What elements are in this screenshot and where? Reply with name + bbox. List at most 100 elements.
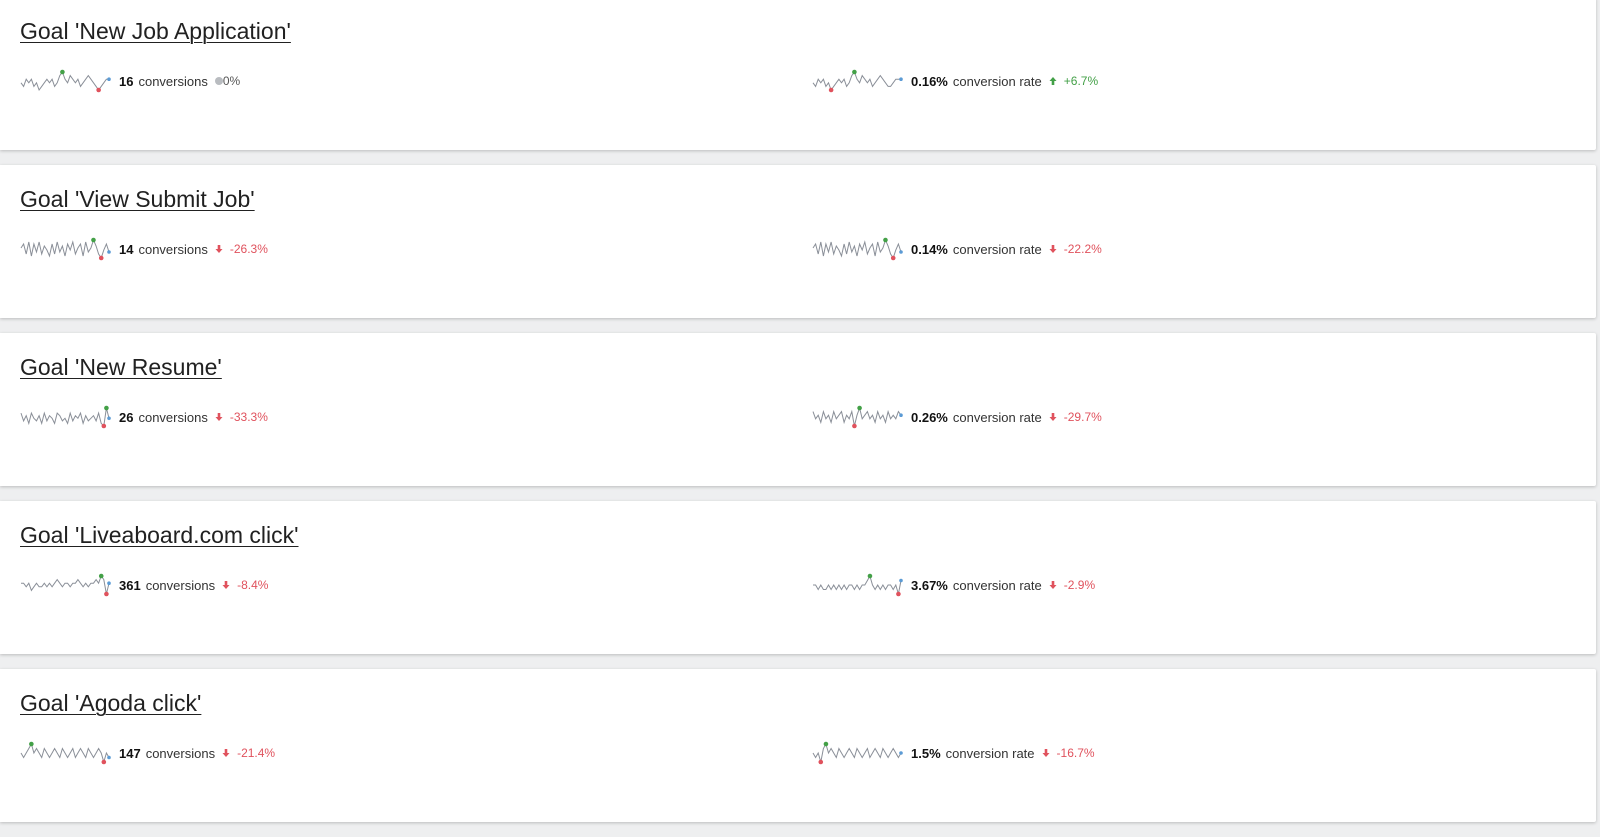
trend-indicator: -26.3% — [215, 242, 268, 256]
metric-value: 361 — [119, 577, 141, 593]
sparkline-max-point — [98, 573, 104, 579]
trend-indicator: -33.3% — [215, 410, 268, 424]
metric-value: 14 — [119, 241, 134, 257]
conversion-rate-sparkline[interactable] — [812, 69, 904, 93]
sparkline-last-point — [107, 581, 111, 585]
sparkline-line — [20, 238, 110, 260]
metric-value: 16 — [119, 73, 134, 89]
trend-value: -33.3% — [229, 410, 268, 424]
sparkline-last-point — [107, 416, 111, 421]
goals-overview: Goal 'New Job Application' 16 conversions 0… — [0, 0, 1600, 837]
conversion-rate-metric: 0.16% conversion rate +6.7% — [812, 67, 1098, 95]
sparkline-max-point — [852, 69, 857, 75]
sparkline-min-point — [98, 255, 104, 261]
trend-value: -26.3% — [229, 242, 268, 256]
trend-indicator: -21.4% — [222, 746, 275, 760]
conversion-rate-sparkline[interactable] — [812, 405, 904, 429]
metric-label: conversions — [145, 745, 216, 761]
sparkline-last-point — [899, 250, 903, 254]
arrow-down-icon — [215, 413, 223, 421]
trend-indicator: -29.7% — [1049, 410, 1102, 424]
metric-label: conversion rate — [945, 745, 1035, 761]
sparkline-max-point — [867, 573, 873, 579]
trend-value: 0% — [222, 74, 241, 88]
trend-indicator: 0% — [214, 74, 241, 88]
sparkline-min-point — [101, 759, 107, 765]
sparkline-min-point — [896, 591, 901, 597]
arrow-down-icon — [1049, 413, 1057, 421]
arrow-down-icon — [222, 581, 230, 589]
sparkline-max-point — [29, 741, 34, 747]
arrow-down-icon — [222, 749, 230, 757]
metric-label: conversions — [138, 73, 208, 89]
sparkline-min-point — [828, 87, 834, 93]
sparkline-min-point — [104, 591, 109, 597]
conversion-rate-metric: 1.5% conversion rate -16.7% — [812, 739, 1095, 767]
goal-title-link[interactable]: Goal 'Liveaboard.com click' — [20, 519, 299, 551]
sparkline-max-point — [60, 69, 65, 75]
arrow-up-icon — [1049, 77, 1057, 85]
trend-indicator: -8.4% — [222, 578, 268, 592]
sparkline-last-point — [107, 755, 111, 760]
sparkline-last-point — [899, 413, 903, 417]
sparkline-max-point — [91, 237, 96, 243]
sparkline-line — [20, 70, 109, 92]
metric-label: conversions — [138, 409, 208, 425]
goal-title-link[interactable]: Goal 'New Job Application' — [20, 15, 291, 47]
sparkline-max-point — [857, 405, 862, 411]
goal-card: Goal 'New Job Application' 16 conversions 0… — [0, 0, 1596, 150]
arrow-down-icon — [215, 245, 223, 253]
trend-indicator: -2.9% — [1049, 578, 1095, 592]
conversions-sparkline[interactable] — [20, 237, 112, 261]
conversion-rate-metric: 0.26% conversion rate -29.7% — [812, 403, 1102, 431]
sparkline-line — [812, 70, 901, 92]
sparkline-min-point — [818, 759, 824, 765]
trend-value: -21.4% — [237, 746, 276, 760]
goal-card: Goal 'View Submit Job' 14 conversions -26.3… — [0, 165, 1596, 318]
conversion-rate-sparkline[interactable] — [812, 573, 904, 597]
sparkline-line — [813, 574, 902, 595]
arrow-down-icon — [1049, 581, 1057, 589]
metric-value: 0.16% — [911, 73, 948, 89]
sparkline-last-point — [899, 578, 903, 583]
conversion-rate-sparkline[interactable] — [812, 741, 904, 765]
sparkline-min-point — [96, 87, 101, 93]
metric-label: conversion rate — [952, 241, 1042, 257]
goal-title-link[interactable]: Goal 'Agoda click' — [20, 687, 201, 719]
conversions-sparkline[interactable] — [20, 405, 112, 429]
conversion-rate-metric: 0.14% conversion rate -22.2% — [812, 235, 1102, 263]
sparkline-line — [21, 574, 110, 595]
sparkline-line — [812, 406, 902, 427]
metric-label: conversion rate — [952, 577, 1042, 593]
trend-value: -29.7% — [1063, 410, 1102, 424]
sparkline-last-point — [899, 751, 903, 755]
sparkline-line — [812, 742, 902, 763]
conversion-rate-sparkline[interactable] — [812, 237, 904, 261]
sparkline-max-point — [823, 741, 829, 747]
arrow-down-icon — [1042, 749, 1050, 757]
goal-card: Goal 'New Resume' 26 conversions -33.3% 0.26… — [0, 333, 1596, 486]
sparkline-line — [812, 238, 902, 260]
goal-title-link[interactable]: Goal 'View Submit Job' — [20, 183, 255, 215]
conversions-sparkline[interactable] — [20, 573, 112, 597]
sparkline-min-point — [852, 423, 857, 429]
conversions-metric: 14 conversions -26.3% — [20, 235, 268, 263]
conversions-metric: 26 conversions -33.3% — [20, 403, 268, 431]
metric-label: conversions — [145, 577, 216, 593]
trend-value: -22.2% — [1063, 242, 1102, 256]
trend-value: +6.7% — [1063, 74, 1099, 88]
goal-title-link[interactable]: Goal 'New Resume' — [20, 351, 222, 383]
conversions-metric: 361 conversions -8.4% — [20, 571, 268, 599]
conversion-rate-metric: 3.67% conversion rate -2.9% — [812, 571, 1095, 599]
conversions-sparkline[interactable] — [20, 741, 112, 765]
metric-label: conversion rate — [952, 73, 1042, 89]
conversions-metric: 16 conversions 0% — [20, 67, 240, 95]
sparkline-last-point — [107, 250, 111, 254]
sparkline-min-point — [101, 423, 107, 429]
goal-card: Goal 'Agoda click' 147 conversions -21.4% 1.… — [0, 669, 1596, 822]
sparkline-max-point — [883, 237, 888, 243]
sparkline-min-point — [890, 255, 896, 261]
conversions-sparkline[interactable] — [20, 69, 112, 93]
goal-card: Goal 'Liveaboard.com click' 361 conversion… — [0, 501, 1596, 654]
trend-indicator: -16.7% — [1042, 746, 1095, 760]
